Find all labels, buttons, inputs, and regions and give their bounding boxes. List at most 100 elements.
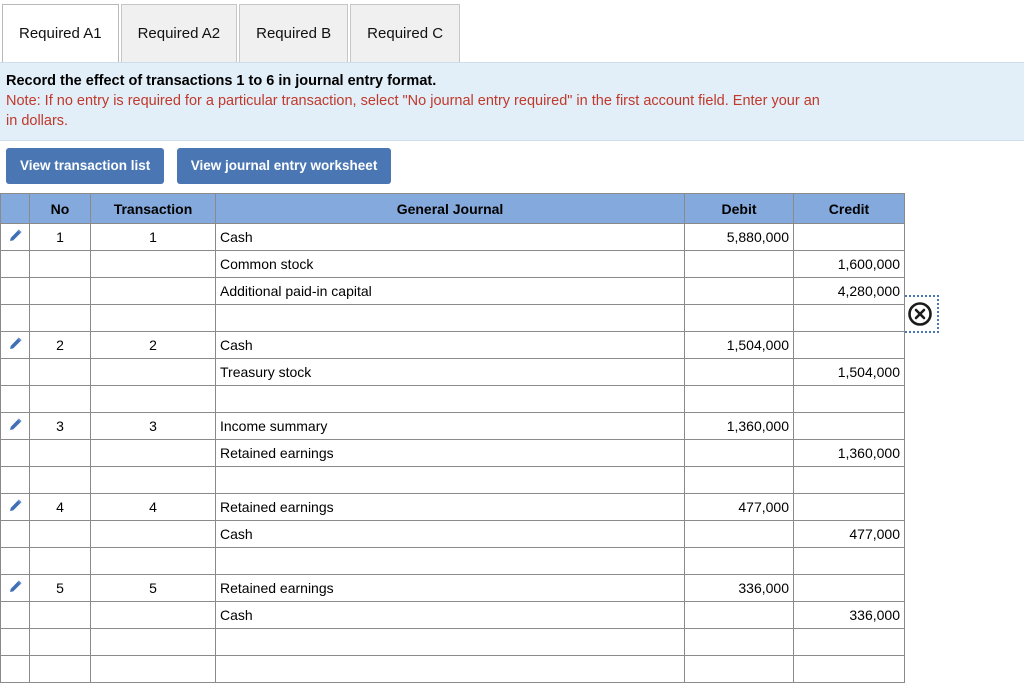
cell-no[interactable]	[29, 304, 91, 332]
cell-transaction[interactable]: 1	[90, 223, 216, 251]
cell-account[interactable]: Retained earnings	[215, 493, 685, 521]
cell-credit[interactable]: 1,600,000	[793, 250, 905, 278]
cell-credit[interactable]	[793, 331, 905, 359]
cell-no[interactable]: 4	[29, 493, 91, 521]
cell-no[interactable]	[29, 601, 91, 629]
cell-credit[interactable]: 1,504,000	[793, 358, 905, 386]
cell-transaction[interactable]: 4	[90, 493, 216, 521]
edit-row-button[interactable]	[0, 223, 30, 251]
cell-account[interactable]: Income summary	[215, 412, 685, 440]
cell-credit[interactable]: 4,280,000	[793, 277, 905, 305]
cell-no[interactable]	[29, 655, 91, 683]
cell-no[interactable]	[29, 547, 91, 575]
cell-account[interactable]	[215, 466, 685, 494]
cell-credit[interactable]: 1,360,000	[793, 439, 905, 467]
cell-transaction[interactable]	[90, 655, 216, 683]
cell-credit[interactable]: 477,000	[793, 520, 905, 548]
cell-no[interactable]	[29, 439, 91, 467]
cell-transaction[interactable]: 3	[90, 412, 216, 440]
tab-required-a1[interactable]: Required A1	[2, 4, 119, 62]
cell-debit[interactable]	[684, 358, 794, 386]
cell-debit[interactable]	[684, 601, 794, 629]
cell-account[interactable]: Cash	[215, 223, 685, 251]
table-row[interactable]: 5 5 Retained earnings 336,000	[0, 574, 905, 602]
edit-row-button[interactable]	[0, 493, 30, 521]
cell-transaction[interactable]	[90, 466, 216, 494]
cell-account[interactable]	[215, 655, 685, 683]
table-row[interactable]: Additional paid-in capital 4,280,000	[0, 277, 905, 305]
cell-debit[interactable]	[684, 628, 794, 656]
cell-debit[interactable]	[684, 277, 794, 305]
cell-no[interactable]: 3	[29, 412, 91, 440]
cell-account[interactable]: Additional paid-in capital	[215, 277, 685, 305]
cell-debit[interactable]	[684, 547, 794, 575]
cell-transaction[interactable]	[90, 547, 216, 575]
table-row[interactable]: 1 1 Cash 5,880,000	[0, 223, 905, 251]
cell-credit[interactable]	[793, 223, 905, 251]
cell-credit[interactable]	[793, 466, 905, 494]
cell-credit[interactable]: 336,000	[793, 601, 905, 629]
cell-transaction[interactable]	[90, 520, 216, 548]
table-row[interactable]: Cash 336,000	[0, 601, 905, 629]
cell-debit[interactable]: 5,880,000	[684, 223, 794, 251]
cell-debit[interactable]: 1,504,000	[684, 331, 794, 359]
cell-account[interactable]: Retained earnings	[215, 574, 685, 602]
cell-credit[interactable]	[793, 304, 905, 332]
cell-credit[interactable]	[793, 655, 905, 683]
tab-required-c[interactable]: Required C	[350, 4, 461, 62]
table-row[interactable]	[0, 628, 905, 656]
cell-account[interactable]: Cash	[215, 520, 685, 548]
cell-credit[interactable]	[793, 547, 905, 575]
cell-debit[interactable]	[684, 439, 794, 467]
cell-credit[interactable]	[793, 574, 905, 602]
cell-credit[interactable]	[793, 412, 905, 440]
cell-transaction[interactable]: 5	[90, 574, 216, 602]
table-row[interactable]: Common stock 1,600,000	[0, 250, 905, 278]
cell-debit[interactable]	[684, 466, 794, 494]
cell-transaction[interactable]	[90, 439, 216, 467]
cell-no[interactable]	[29, 628, 91, 656]
cell-credit[interactable]	[793, 493, 905, 521]
table-row[interactable]: Cash 477,000	[0, 520, 905, 548]
cell-debit[interactable]: 1,360,000	[684, 412, 794, 440]
cell-transaction[interactable]	[90, 358, 216, 386]
edit-row-button[interactable]	[0, 331, 30, 359]
table-row[interactable]: 2 2 Cash 1,504,000	[0, 331, 905, 359]
cell-debit[interactable]: 336,000	[684, 574, 794, 602]
cell-transaction[interactable]	[90, 601, 216, 629]
cell-credit[interactable]	[793, 385, 905, 413]
table-row[interactable]: 4 4 Retained earnings 477,000	[0, 493, 905, 521]
cell-transaction[interactable]	[90, 304, 216, 332]
cell-account[interactable]: Treasury stock	[215, 358, 685, 386]
table-row[interactable]	[0, 304, 905, 332]
cell-debit[interactable]	[684, 250, 794, 278]
table-row[interactable]	[0, 655, 905, 683]
cell-transaction[interactable]	[90, 277, 216, 305]
edit-row-button[interactable]	[0, 574, 30, 602]
table-row[interactable]	[0, 385, 905, 413]
view-journal-entry-worksheet-button[interactable]: View journal entry worksheet	[176, 148, 392, 184]
cell-debit[interactable]: 477,000	[684, 493, 794, 521]
cell-debit[interactable]	[684, 385, 794, 413]
table-row[interactable]: Retained earnings 1,360,000	[0, 439, 905, 467]
cell-account[interactable]	[215, 304, 685, 332]
cell-debit[interactable]	[684, 304, 794, 332]
tab-required-a2[interactable]: Required A2	[120, 4, 238, 62]
table-row[interactable]	[0, 466, 905, 494]
cell-no[interactable]: 5	[29, 574, 91, 602]
cell-account[interactable]: Retained earnings	[215, 439, 685, 467]
cell-credit[interactable]	[793, 628, 905, 656]
view-transaction-list-button[interactable]: View transaction list	[6, 148, 165, 184]
cell-no[interactable]	[29, 358, 91, 386]
cell-no[interactable]: 2	[29, 331, 91, 359]
table-row[interactable]: 3 3 Income summary 1,360,000	[0, 412, 905, 440]
cell-no[interactable]	[29, 520, 91, 548]
cell-no[interactable]	[29, 277, 91, 305]
cell-account[interactable]: Cash	[215, 601, 685, 629]
cell-debit[interactable]	[684, 655, 794, 683]
cell-debit[interactable]	[684, 520, 794, 548]
cell-no[interactable]	[29, 466, 91, 494]
cell-transaction[interactable]	[90, 628, 216, 656]
cell-account[interactable]	[215, 385, 685, 413]
cell-no[interactable]	[29, 250, 91, 278]
